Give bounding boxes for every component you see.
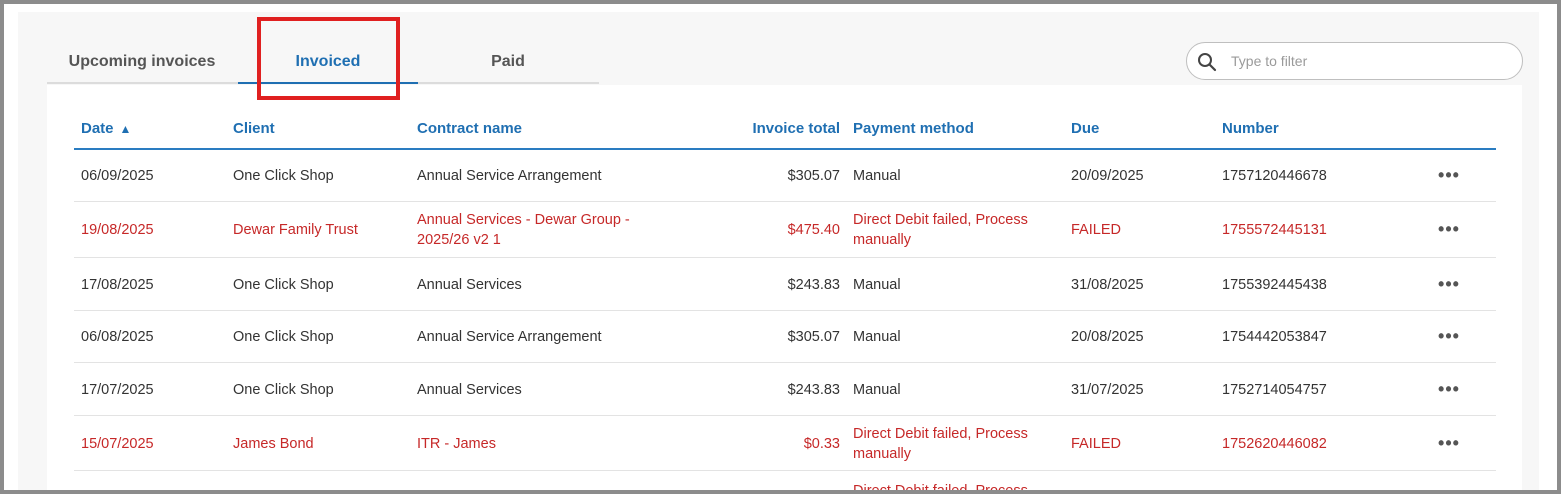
cell-client: One Click Shop bbox=[233, 168, 334, 184]
tab-bar: Upcoming invoices Invoiced Paid bbox=[47, 42, 599, 84]
cell-client: One Click Shop bbox=[233, 382, 334, 398]
tab-invoiced[interactable]: Invoiced bbox=[238, 42, 418, 84]
column-header-date[interactable]: Date ▲ bbox=[81, 120, 131, 137]
column-header-due[interactable]: Due bbox=[1071, 120, 1099, 137]
more-options-icon[interactable]: ••• bbox=[1438, 220, 1460, 242]
more-options-icon[interactable]: ••• bbox=[1438, 327, 1460, 349]
cell-invoice-total: $0.33 bbox=[803, 436, 840, 452]
cell-payment-method: Direct Debit failed, Process manually bbox=[853, 212, 1028, 248]
cell-invoice-total: $305.07 bbox=[787, 168, 840, 184]
column-header-date-label: Date bbox=[81, 120, 114, 137]
cell-date: 06/08/2025 bbox=[81, 329, 154, 345]
cell-client: One Click Shop bbox=[233, 277, 334, 293]
cell-contract-name: Annual Services bbox=[417, 277, 522, 293]
search-icon bbox=[1197, 52, 1217, 72]
cell-contract-name: Annual Services - Dewar Group - 2025/26 … bbox=[417, 212, 630, 248]
table-body: 06/09/2025 One Click Shop Annual Service A… bbox=[74, 150, 1496, 471]
more-options-icon[interactable]: ••• bbox=[1438, 434, 1460, 456]
cell-number: 1757120446678 bbox=[1222, 168, 1327, 184]
cell-client: One Click Shop bbox=[233, 329, 334, 345]
column-header-number[interactable]: Number bbox=[1222, 120, 1279, 137]
cell-number: 1755572445131 bbox=[1222, 222, 1327, 238]
cell-due: FAILED bbox=[1071, 222, 1121, 238]
partial-row-payment: Direct Debit failed, Process bbox=[853, 481, 1028, 490]
cell-due: 20/08/2025 bbox=[1071, 329, 1144, 345]
table-row[interactable]: 06/08/2025 One Click Shop Annual Service A… bbox=[74, 311, 1496, 363]
column-header-payment-method[interactable]: Payment method bbox=[853, 120, 974, 137]
cell-invoice-total: $305.07 bbox=[787, 329, 840, 345]
cell-number: 1752714054757 bbox=[1222, 382, 1327, 398]
cell-number: 1752620446082 bbox=[1222, 436, 1327, 452]
cell-contract-name: Annual Service Arrangement bbox=[417, 329, 602, 345]
cell-payment-method: Manual bbox=[853, 168, 901, 184]
column-header-client[interactable]: Client bbox=[233, 120, 275, 137]
table-row[interactable]: 17/07/2025 One Click Shop Annual Services $… bbox=[74, 363, 1496, 416]
cell-payment-method: Manual bbox=[853, 382, 901, 398]
cell-payment-method: Manual bbox=[853, 329, 901, 345]
cell-due: 31/07/2025 bbox=[1071, 382, 1144, 398]
cell-date: 15/07/2025 bbox=[81, 436, 154, 452]
cell-number: 1755392445438 bbox=[1222, 277, 1327, 293]
cell-contract-name: Annual Services bbox=[417, 382, 522, 398]
filter-input[interactable] bbox=[1231, 49, 1511, 73]
triangle-up-icon: ▲ bbox=[119, 122, 132, 136]
cell-contract-name: ITR - James bbox=[417, 436, 496, 452]
table-row[interactable]: 06/09/2025 One Click Shop Annual Service A… bbox=[74, 150, 1496, 202]
table-row[interactable]: 19/08/2025 Dewar Family Trust Annual Servi… bbox=[74, 202, 1496, 258]
filter-box[interactable] bbox=[1186, 42, 1523, 80]
more-options-icon[interactable]: ••• bbox=[1438, 275, 1460, 297]
cell-invoice-total: $475.40 bbox=[787, 222, 840, 238]
cell-due: 20/09/2025 bbox=[1071, 168, 1144, 184]
tab-paid[interactable]: Paid bbox=[418, 42, 598, 84]
table-header: Date ▲ Client Contract name Invoice total… bbox=[74, 110, 1496, 150]
cell-invoice-total: $243.83 bbox=[787, 277, 840, 293]
cell-date: 17/07/2025 bbox=[81, 382, 154, 398]
cell-contract-name: Annual Service Arrangement bbox=[417, 168, 602, 184]
more-options-icon[interactable]: ••• bbox=[1438, 380, 1460, 402]
cell-date: 06/09/2025 bbox=[81, 168, 154, 184]
cell-client: Dewar Family Trust bbox=[233, 222, 358, 238]
cell-payment-method: Manual bbox=[853, 277, 901, 293]
table-row[interactable]: 15/07/2025 James Bond ITR - James $0.33 Dire… bbox=[74, 416, 1496, 471]
cell-date: 17/08/2025 bbox=[81, 277, 154, 293]
table-row[interactable]: 17/08/2025 One Click Shop Annual Services $… bbox=[74, 258, 1496, 311]
cell-client: James Bond bbox=[233, 436, 314, 452]
tab-upcoming-invoices[interactable]: Upcoming invoices bbox=[47, 42, 237, 84]
more-options-icon[interactable]: ••• bbox=[1438, 166, 1460, 188]
cell-due: FAILED bbox=[1071, 436, 1121, 452]
column-header-invoice-total[interactable]: Invoice total bbox=[714, 120, 840, 137]
cell-date: 19/08/2025 bbox=[81, 222, 154, 238]
cell-invoice-total: $243.83 bbox=[787, 382, 840, 398]
column-header-contract-name[interactable]: Contract name bbox=[417, 120, 522, 137]
cell-number: 1754442053847 bbox=[1222, 329, 1327, 345]
cell-payment-method: Direct Debit failed, Process manually bbox=[853, 426, 1028, 462]
cell-due: 31/08/2025 bbox=[1071, 277, 1144, 293]
